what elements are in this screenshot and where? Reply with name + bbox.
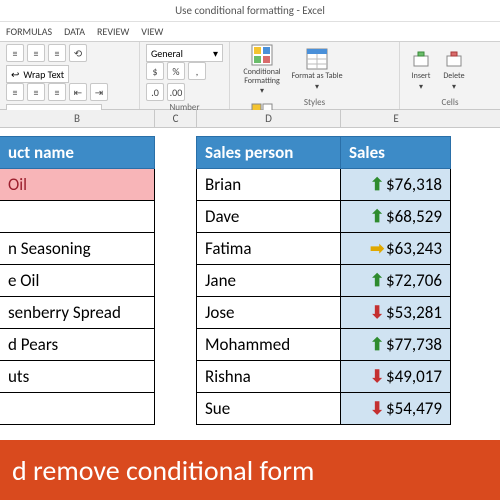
group-label-styles: Styles	[236, 97, 393, 108]
header-product[interactable]: uct name	[0, 137, 155, 169]
delete-icon	[443, 48, 465, 70]
align-bot-button[interactable]: ≡	[48, 44, 66, 62]
arrow-down-icon: ⬇	[370, 398, 384, 419]
cell-person[interactable]: Fatima	[197, 233, 341, 265]
cell-product[interactable]: uts	[0, 361, 155, 393]
align-right-button[interactable]: ≡	[48, 83, 66, 101]
arrow-up-icon: ⬆	[370, 334, 384, 355]
cell-person[interactable]: Dave	[197, 201, 341, 233]
cf-icon	[251, 44, 273, 66]
banner-text: d remove conditional form	[12, 453, 314, 488]
cell-product[interactable]	[0, 393, 155, 425]
app-title: Use conditional formatting - Excel	[175, 4, 325, 17]
cell-person[interactable]: Mohammed	[197, 329, 341, 361]
cell-sales[interactable]: ⬆$77,738	[341, 329, 451, 361]
col-E[interactable]: E	[341, 110, 451, 127]
number-format-dropdown[interactable]: General ▾	[146, 44, 223, 62]
inc-decimal-button[interactable]: .0	[146, 83, 164, 101]
align-mid-button[interactable]: ≡	[27, 44, 45, 62]
cell-person[interactable]: Sue	[197, 393, 341, 425]
tab-data[interactable]: DATA	[64, 25, 85, 38]
cell-sales[interactable]: ⬆$72,706	[341, 265, 451, 297]
column-headers: B C D E	[0, 110, 500, 128]
worksheet[interactable]: B C D E uct name Sales person Sales Oil B…	[0, 110, 500, 450]
insert-icon	[410, 48, 432, 70]
header-salesperson[interactable]: Sales person	[197, 137, 341, 169]
cell-person[interactable]: Jane	[197, 265, 341, 297]
cell-sales[interactable]: ⬆$68,529	[341, 201, 451, 233]
col-D[interactable]: D	[197, 110, 341, 127]
orientation-button[interactable]: ⟲	[69, 44, 87, 62]
arrow-down-icon: ⬇	[370, 366, 384, 387]
ribbon: ≡ ≡ ≡ ⟲ ↩Wrap Text ≡ ≡ ≡ ⇤ ⇥ ⊞Merge & Ce…	[0, 42, 500, 110]
grid[interactable]: uct name Sales person Sales Oil Brian⬆$76…	[0, 136, 500, 425]
arrow-up-icon: ⬆	[370, 174, 384, 195]
col-C[interactable]: C	[155, 110, 197, 127]
tab-review[interactable]: REVIEW	[97, 25, 129, 38]
insert-cells-button[interactable]: Insert ▾	[406, 44, 436, 96]
indent-dec-button[interactable]: ⇤	[69, 83, 87, 101]
ribbon-tabs: FORMULAS DATA REVIEW VIEW	[0, 22, 500, 42]
table-icon	[306, 48, 328, 70]
tab-formulas[interactable]: FORMULAS	[6, 25, 52, 38]
cell-sales[interactable]: ⬇$49,017	[341, 361, 451, 393]
cell-product[interactable]: d Pears	[0, 329, 155, 361]
cell-product[interactable]: n Seasoning	[0, 233, 155, 265]
align-center-button[interactable]: ≡	[27, 83, 45, 101]
cell-sales[interactable]: ⬇$54,479	[341, 393, 451, 425]
align-top-button[interactable]: ≡	[6, 44, 24, 62]
col-B[interactable]: B	[0, 110, 155, 127]
dec-decimal-button[interactable]: .00	[167, 83, 185, 101]
group-label-cells: Cells	[406, 97, 494, 108]
wrap-icon: ↩	[11, 68, 19, 81]
header-sales[interactable]: Sales	[341, 137, 451, 169]
align-left-button[interactable]: ≡	[6, 83, 24, 101]
arrow-down-icon: ⬇	[370, 302, 384, 323]
percent-button[interactable]: %	[167, 62, 185, 80]
cell-sales[interactable]: ⬆$76,318	[341, 169, 451, 201]
comma-button[interactable]: ,	[188, 62, 206, 80]
cell-sales[interactable]: ⬇$53,281	[341, 297, 451, 329]
cell-person[interactable]: Jose	[197, 297, 341, 329]
banner: d remove conditional form	[0, 440, 500, 500]
conditional-formatting-button[interactable]: Conditional Formatting ▾	[236, 44, 288, 96]
tab-view[interactable]: VIEW	[141, 25, 163, 38]
cell-product[interactable]: senberry Spread	[0, 297, 155, 329]
title-bar: Use conditional formatting - Excel	[0, 0, 500, 22]
arrow-side-icon: ➡	[370, 238, 384, 259]
arrow-up-icon: ⬆	[370, 270, 384, 291]
cell-person[interactable]: Rishna	[197, 361, 341, 393]
cell-product[interactable]: e Oil	[0, 265, 155, 297]
wrap-text-button[interactable]: ↩Wrap Text	[6, 65, 69, 83]
cell-product[interactable]	[0, 201, 155, 233]
arrow-up-icon: ⬆	[370, 206, 384, 227]
cell-sales[interactable]: ➡$63,243	[341, 233, 451, 265]
indent-inc-button[interactable]: ⇥	[90, 83, 108, 101]
cell-person[interactable]: Brian	[197, 169, 341, 201]
delete-cells-button[interactable]: Delete ▾	[439, 44, 469, 96]
cell-product[interactable]: Oil	[0, 169, 155, 201]
currency-button[interactable]: $	[146, 62, 164, 80]
format-as-table-button[interactable]: Format as Table ▾	[291, 44, 343, 96]
